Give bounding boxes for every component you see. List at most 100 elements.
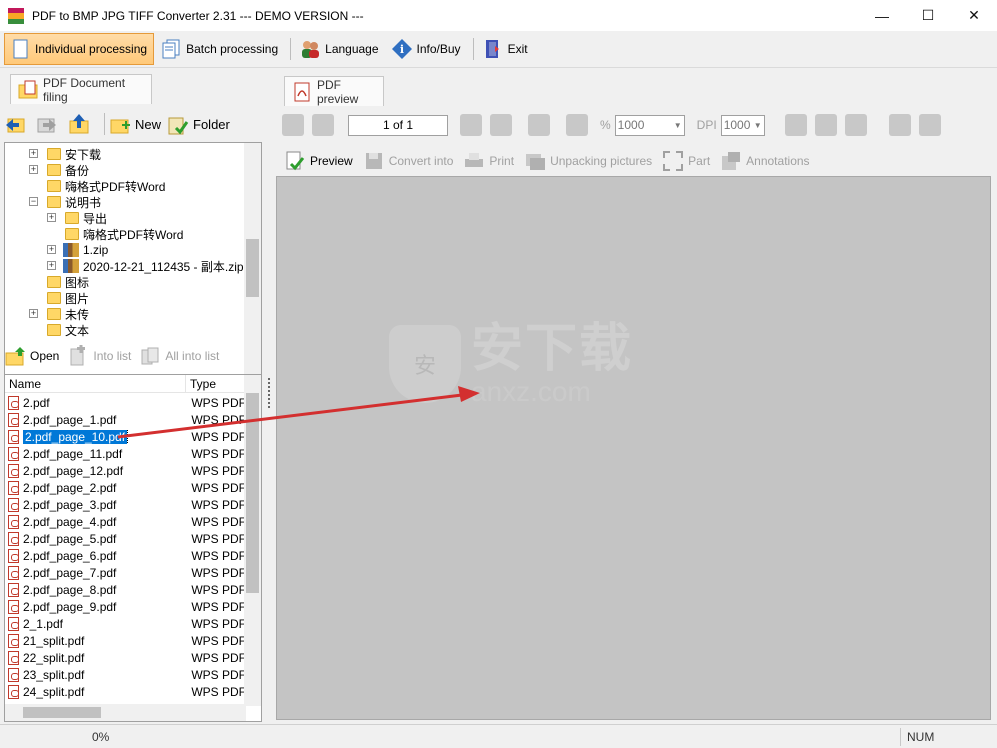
file-list-scroll-thumb[interactable] — [246, 393, 259, 593]
file-name-text: 2.pdf_page_6.pdf — [22, 548, 117, 563]
tree-expander[interactable]: + — [29, 309, 38, 318]
add-all-to-list-icon — [139, 345, 161, 367]
tree-expander[interactable]: + — [47, 261, 56, 270]
file-list[interactable]: Name Type 2.pdf WPS PDF 2.pdf_page_1.pdf WP… — [4, 374, 262, 722]
batch-processing-button[interactable]: Batch processing — [156, 33, 284, 65]
status-separator — [900, 728, 901, 746]
file-type: WPS PDF — [191, 684, 246, 699]
preview-label: Preview — [310, 154, 353, 168]
last-page-icon[interactable] — [490, 114, 512, 136]
open-button[interactable]: Open — [4, 345, 59, 367]
file-row[interactable]: 2_1.pdf WPS PDF — [5, 615, 246, 632]
unpacking-pictures-button[interactable]: Unpacking pictures — [524, 150, 652, 172]
file-row[interactable]: 2.pdf_page_5.pdf WPS PDF — [5, 530, 246, 547]
file-type: WPS PDF — [191, 616, 246, 631]
file-name-text: 2.pdf_page_2.pdf — [22, 480, 117, 495]
file-row[interactable]: 2.pdf_page_10.pdf WPS PDF — [5, 428, 246, 445]
file-list-scrollbar[interactable] — [244, 375, 261, 706]
new-folder-button[interactable]: New — [109, 113, 161, 135]
tab-pdf-document-filing[interactable]: PDF Document filing — [10, 74, 152, 104]
zoom-out-icon[interactable] — [566, 114, 588, 136]
preview-canvas[interactable]: 安 安下载 anxz.com — [276, 176, 991, 720]
back-arrow-folder-icon — [4, 113, 26, 135]
info-buy-button[interactable]: i Info/Buy — [387, 33, 467, 65]
individual-processing-label: Individual processing — [35, 42, 148, 56]
tab-pdf-preview[interactable]: PDF preview — [284, 76, 384, 106]
all-into-list-button[interactable]: All into list — [139, 345, 219, 367]
progress-text: 0% — [92, 730, 110, 744]
file-row[interactable]: 24_split.pdf WPS PDF — [5, 683, 246, 700]
maximize-button[interactable]: ☐ — [905, 0, 951, 31]
forward-folder-button[interactable] — [36, 113, 62, 135]
next-page-icon[interactable] — [460, 114, 482, 136]
vertical-splitter[interactable] — [266, 68, 274, 724]
file-row[interactable]: 21_split.pdf WPS PDF — [5, 632, 246, 649]
zip-archive-icon — [63, 243, 79, 257]
zoom-select[interactable]: 1000 — [614, 114, 685, 136]
zoom-in-icon[interactable] — [784, 114, 807, 136]
folder-icon — [47, 196, 61, 208]
close-button[interactable]: ✕ — [951, 0, 997, 31]
num-lock-indicator: NUM — [907, 730, 935, 744]
file-row[interactable]: 2.pdf_page_4.pdf WPS PDF — [5, 513, 246, 530]
pdf-file-icon — [8, 650, 19, 665]
language-button[interactable]: Language — [295, 33, 384, 65]
file-row[interactable]: 2.pdf_page_9.pdf WPS PDF — [5, 598, 246, 615]
printer-icon — [463, 150, 485, 172]
parent-folder-button[interactable] — [68, 113, 94, 135]
column-header-name[interactable]: Name — [5, 375, 186, 392]
tree-expander[interactable]: + — [29, 149, 38, 158]
splitter-grip[interactable] — [268, 378, 271, 408]
page-number-field[interactable]: 1 of 1 — [348, 114, 448, 136]
print-button[interactable]: Print — [463, 150, 514, 172]
folder-icon — [47, 292, 61, 304]
exit-button[interactable]: Exit — [478, 33, 534, 65]
file-list-hscrollbar[interactable] — [5, 704, 246, 721]
rotate-left-icon[interactable] — [888, 114, 911, 136]
file-row[interactable]: 2.pdf_page_3.pdf WPS PDF — [5, 496, 246, 513]
file-row[interactable]: 2.pdf_page_11.pdf WPS PDF — [5, 445, 246, 462]
file-row[interactable]: 2.pdf_page_8.pdf WPS PDF — [5, 581, 246, 598]
svg-text:i: i — [399, 43, 403, 56]
tree-expander[interactable]: − — [29, 197, 38, 206]
zoom-fit-width-icon[interactable] — [814, 114, 837, 136]
previous-page-icon[interactable] — [312, 114, 334, 136]
tree-scroll-thumb[interactable] — [246, 239, 259, 297]
go-to-page-icon[interactable] — [528, 114, 550, 136]
rotate-right-icon[interactable] — [918, 114, 941, 136]
convert-into-button[interactable]: Convert into — [363, 150, 453, 172]
exit-door-icon — [482, 38, 504, 60]
tree-expander[interactable]: + — [29, 165, 38, 174]
file-name-text: 2.pdf_page_8.pdf — [22, 582, 117, 597]
file-row[interactable]: 2.pdf_page_7.pdf WPS PDF — [5, 564, 246, 581]
dpi-select[interactable]: 1000 — [720, 114, 765, 136]
file-row[interactable]: 22_split.pdf WPS PDF — [5, 649, 246, 666]
column-header-type[interactable]: Type — [186, 375, 246, 392]
individual-processing-button[interactable]: Individual processing — [4, 33, 155, 65]
file-row[interactable]: 2.pdf_page_2.pdf WPS PDF — [5, 479, 246, 496]
tree-expander[interactable]: + — [47, 245, 56, 254]
preview-button[interactable]: Preview — [284, 150, 353, 172]
file-list-hscroll-thumb[interactable] — [23, 707, 101, 718]
back-folder-button[interactable] — [4, 113, 30, 135]
file-type: WPS PDF — [191, 412, 246, 427]
folder-nav-toolbar: New Folder — [4, 106, 262, 142]
part-button[interactable]: Part — [662, 150, 710, 172]
file-row[interactable]: 2.pdf_page_1.pdf WPS PDF — [5, 411, 246, 428]
file-row[interactable]: 2.pdf WPS PDF — [5, 394, 246, 411]
file-row[interactable]: 2.pdf_page_12.pdf WPS PDF — [5, 462, 246, 479]
into-list-button[interactable]: Into list — [67, 345, 131, 367]
tree-expander[interactable]: + — [47, 213, 56, 222]
up-arrow-folder-icon — [68, 113, 90, 135]
first-page-icon[interactable] — [282, 114, 304, 136]
folder-button[interactable]: Folder — [167, 113, 230, 135]
folder-label: Folder — [193, 116, 230, 132]
pdf-file-icon — [8, 497, 19, 512]
annotations-button[interactable]: Annotations — [720, 150, 810, 172]
file-name: 2.pdf_page_8.pdf — [23, 583, 166, 597]
zoom-fit-page-icon[interactable] — [844, 114, 867, 136]
file-row[interactable]: 23_split.pdf WPS PDF — [5, 666, 246, 683]
minimize-button[interactable]: — — [859, 0, 905, 31]
file-row[interactable]: 2.pdf_page_6.pdf WPS PDF — [5, 547, 246, 564]
pdf-file-icon — [8, 633, 19, 648]
